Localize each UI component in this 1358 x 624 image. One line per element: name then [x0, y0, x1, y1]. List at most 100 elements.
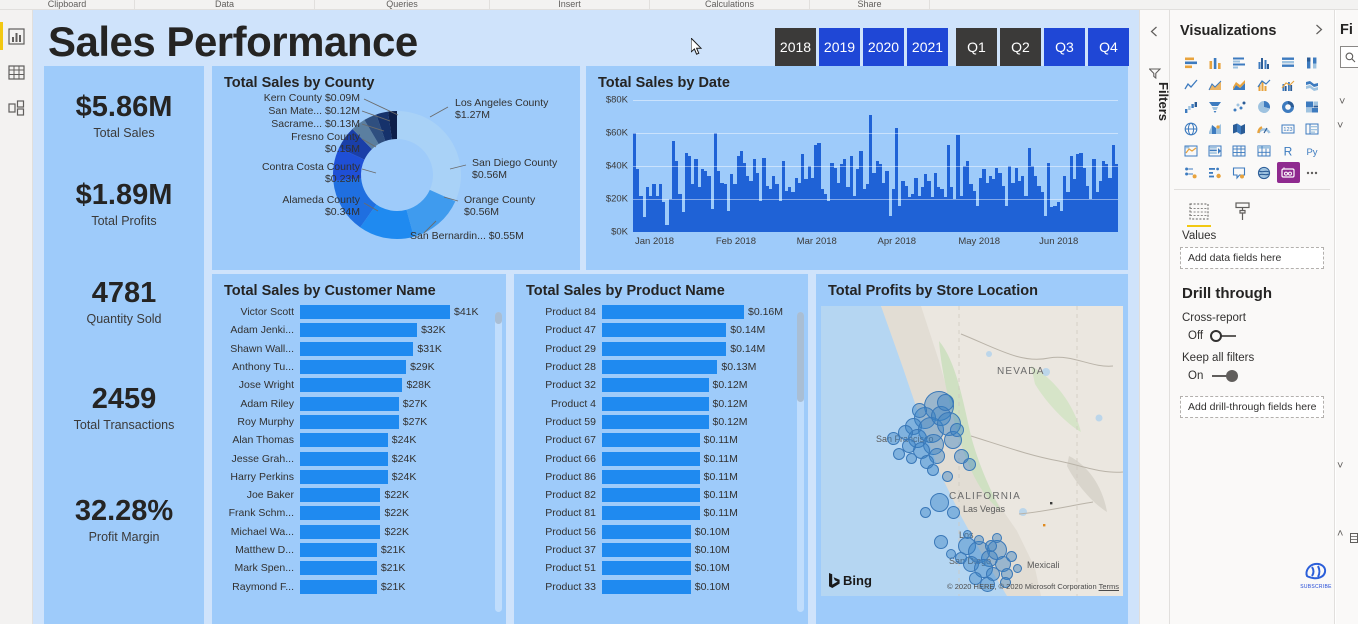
bar-row[interactable]: Adam Riley $27K	[218, 394, 498, 412]
product-scrollbar[interactable]	[797, 312, 804, 612]
shape-map-icon[interactable]	[1228, 118, 1251, 139]
100-stacked-bar-chart-icon[interactable]	[1277, 52, 1300, 73]
bar-fill[interactable]	[602, 579, 691, 594]
drill-through-dropzone[interactable]: Add drill-through fields here	[1180, 396, 1324, 418]
bar-fill[interactable]	[300, 488, 381, 503]
bar-fill[interactable]	[602, 506, 700, 521]
bar-row[interactable]: Raymond F... $21K	[218, 577, 498, 595]
year-option-2021[interactable]: 2021	[907, 28, 948, 66]
fields-pane[interactable]: Fi ˅ ˅ ˅ ˄	[1336, 10, 1358, 624]
bar-row[interactable]: Product 32 $0.12M	[520, 376, 800, 394]
bar-row[interactable]: Michael Wa... $22K	[218, 523, 498, 541]
key-influencers-icon[interactable]	[1180, 162, 1203, 183]
bar-row[interactable]: Alan Thomas $24K	[218, 431, 498, 449]
bar-fill[interactable]	[602, 451, 700, 466]
bar-row[interactable]: Product 33 $0.10M	[520, 577, 800, 595]
map-bubble[interactable]	[950, 423, 964, 437]
bar-row[interactable]: Anthony Tu... $29K	[218, 358, 498, 376]
bar-row[interactable]: Jesse Grah... $24K	[218, 449, 498, 467]
area-chart-icon[interactable]	[1204, 74, 1227, 95]
map-bubble[interactable]	[897, 424, 913, 440]
visual-total-sales-by-date[interactable]: Total Sales by Date $0K $20K $40K $60K $80K J…	[586, 66, 1128, 270]
visualizations-pane[interactable]: Visualizations 123 R Py Values Add data …	[1170, 10, 1335, 624]
kpi-card[interactable]: 2459 Total Transactions	[44, 384, 204, 433]
map-icon[interactable]	[1180, 118, 1203, 139]
quarter-option-q2[interactable]: Q2	[1000, 28, 1041, 66]
bar-fill[interactable]	[300, 305, 450, 320]
gauge-icon[interactable]	[1252, 118, 1275, 139]
year-option-2019[interactable]: 2019	[819, 28, 860, 66]
bar-fill[interactable]	[602, 360, 718, 375]
clustered-column-chart-icon[interactable]	[1252, 52, 1275, 73]
map-bubble[interactable]	[941, 470, 953, 482]
bar-row[interactable]: Mark Spen... $21K	[218, 559, 498, 577]
bar-fill[interactable]	[300, 561, 377, 576]
funnel-icon[interactable]	[1204, 96, 1227, 117]
map-bubble[interactable]	[936, 393, 954, 411]
bar-row[interactable]: Matthew D... $21K	[218, 541, 498, 559]
bar-row[interactable]: Roy Murphy $27K	[218, 413, 498, 431]
bar-row[interactable]: Product 29 $0.14M	[520, 340, 800, 358]
bar-fill[interactable]	[602, 396, 709, 411]
bar-row[interactable]: Joe Baker $22K	[218, 486, 498, 504]
bar-fill[interactable]	[602, 433, 700, 448]
quarter-option-q4[interactable]: Q4	[1088, 28, 1129, 66]
bing-map[interactable]: NEVADA CALIFORNIA San Francisco Las Vega…	[821, 306, 1123, 596]
bar-row[interactable]: Product 37 $0.10M	[520, 541, 800, 559]
keep-all-filters-toggle-row[interactable]: On	[1170, 367, 1334, 386]
year-slicer[interactable]: 2018 2019 2020 2021	[775, 28, 948, 66]
rail-item-report-view[interactable]	[0, 18, 33, 54]
customer-bar-list[interactable]: Victor Scott $41K Adam Jenki... $32K Shawn W…	[212, 299, 506, 596]
bar-row[interactable]: Product 56 $0.10M	[520, 523, 800, 541]
bar-row[interactable]: Product 51 $0.10M	[520, 559, 800, 577]
bar-fill[interactable]	[602, 488, 700, 503]
visual-total-sales-by-county[interactable]: Total Sales by County Los Angeles County…	[212, 66, 580, 270]
ribbon-group-share[interactable]: Share	[810, 0, 930, 9]
decomposition-tree-icon[interactable]	[1204, 162, 1227, 183]
bar-row[interactable]: Product 86 $0.11M	[520, 468, 800, 486]
kpi-card-panel[interactable]: $5.86M Total Sales $1.89M Total Profits 4781…	[44, 66, 204, 624]
fields-expand-chevron-2[interactable]: ˅	[1337, 120, 1343, 132]
bar-fill[interactable]	[602, 543, 691, 557]
bar-row[interactable]: Product 84 $0.16M	[520, 303, 800, 321]
bar-row[interactable]: Harry Perkins $24K	[218, 468, 498, 486]
cross-report-toggle-row[interactable]: Off	[1170, 327, 1334, 346]
waterfall-chart-icon[interactable]	[1180, 96, 1203, 117]
map-bubble[interactable]	[905, 452, 917, 464]
card-icon[interactable]: 123	[1277, 118, 1300, 139]
100-stacked-column-chart-icon[interactable]	[1301, 52, 1324, 73]
pie-chart-icon[interactable]	[1252, 96, 1275, 117]
date-chart-plot[interactable]: $0K $20K $40K $60K $80K Jan 2018 Feb 2018 Mar 2…	[606, 95, 1119, 247]
clustered-bar-chart-icon[interactable]	[1228, 52, 1251, 73]
map-bubble[interactable]	[962, 457, 976, 471]
ribbon-group-queries[interactable]: Queries	[315, 0, 490, 9]
map-bubble[interactable]	[962, 529, 972, 539]
bar-row[interactable]: Victor Scott $41K	[218, 303, 498, 321]
line-clustered-column-chart-icon[interactable]	[1277, 74, 1300, 95]
bar-fill[interactable]	[602, 469, 700, 484]
pane-tab-row[interactable]	[1170, 190, 1334, 227]
line-chart-icon[interactable]	[1180, 74, 1203, 95]
r-visual-icon[interactable]: R	[1277, 140, 1300, 161]
stacked-column-chart-icon[interactable]	[1204, 52, 1227, 73]
kpi-card[interactable]: $5.86M Total Sales	[44, 92, 204, 141]
kpi-card[interactable]: 4781 Quantity Sold	[44, 278, 204, 327]
scroll-thumb[interactable]	[797, 312, 804, 402]
ribbon-group-clipboard[interactable]: Clipboard	[0, 0, 135, 9]
tab-format[interactable]	[1230, 198, 1256, 224]
stacked-area-chart-icon[interactable]	[1228, 74, 1251, 95]
quarter-option-q1[interactable]: Q1	[956, 28, 997, 66]
bar-row[interactable]: Product 82 $0.11M	[520, 486, 800, 504]
rail-item-data-view[interactable]	[0, 54, 33, 90]
bar-fill[interactable]	[602, 323, 727, 338]
bar-fill[interactable]	[300, 396, 399, 411]
map-bubble[interactable]	[955, 552, 967, 564]
ribbon-group-data[interactable]: Data	[135, 0, 315, 9]
qa-visual-icon[interactable]	[1228, 162, 1251, 183]
year-option-2020[interactable]: 2020	[863, 28, 904, 66]
bar-row[interactable]: Jose Wright $28K	[218, 376, 498, 394]
donut-chart[interactable]: Los Angeles County $1.27M San Diego County…	[212, 91, 580, 263]
quarter-option-q3[interactable]: Q3	[1044, 28, 1085, 66]
bar-fill[interactable]	[300, 524, 381, 539]
kpi-card[interactable]: $1.89M Total Profits	[44, 180, 204, 229]
